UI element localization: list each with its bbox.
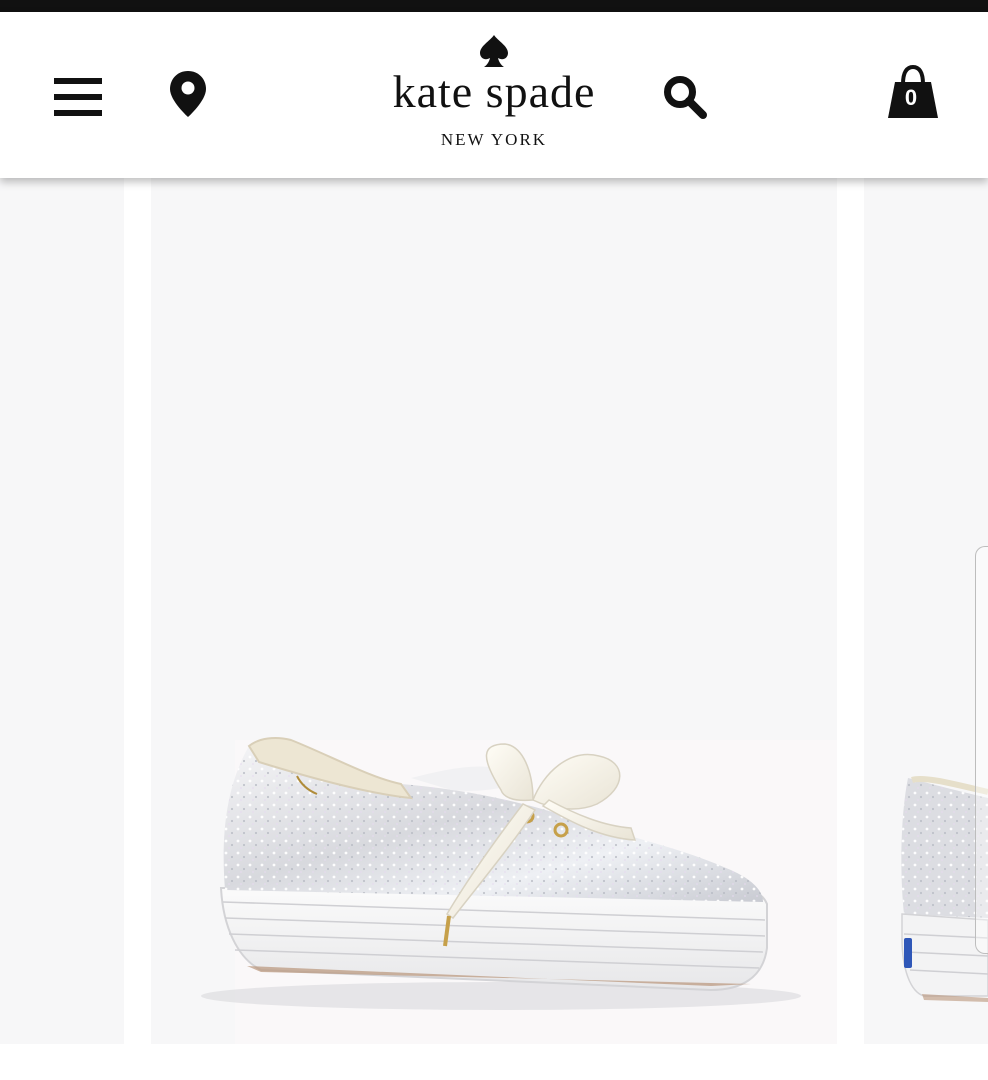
current-product-slide[interactable] [151,178,837,1044]
search-button[interactable] [662,74,708,120]
site-header: kate spade NEW YORK 0 [0,12,988,178]
cart-count-badge: 0 [904,85,918,110]
brand-tagline: NEW YORK [440,130,548,149]
map-pin-icon [170,71,206,117]
store-locator-button[interactable] [168,70,208,118]
menu-button[interactable] [54,76,102,118]
brand-logo[interactable]: kate spade NEW YORK [370,30,618,170]
product-image-carousel[interactable] [0,178,988,1044]
product-image [201,737,837,1044]
page-content-below [0,1044,988,1080]
previous-product-slide[interactable] [0,178,124,1044]
next-product-image [901,775,988,1002]
brand-wordmark: kate spade [392,66,596,117]
magnifier-icon [664,76,707,119]
next-product-slide[interactable] [864,178,988,1044]
cart-button[interactable]: 0 [886,64,940,120]
hamburger-menu-icon [54,78,102,116]
status-bar [0,0,988,12]
spade-icon [480,35,508,67]
side-panel-handle[interactable] [975,546,988,954]
